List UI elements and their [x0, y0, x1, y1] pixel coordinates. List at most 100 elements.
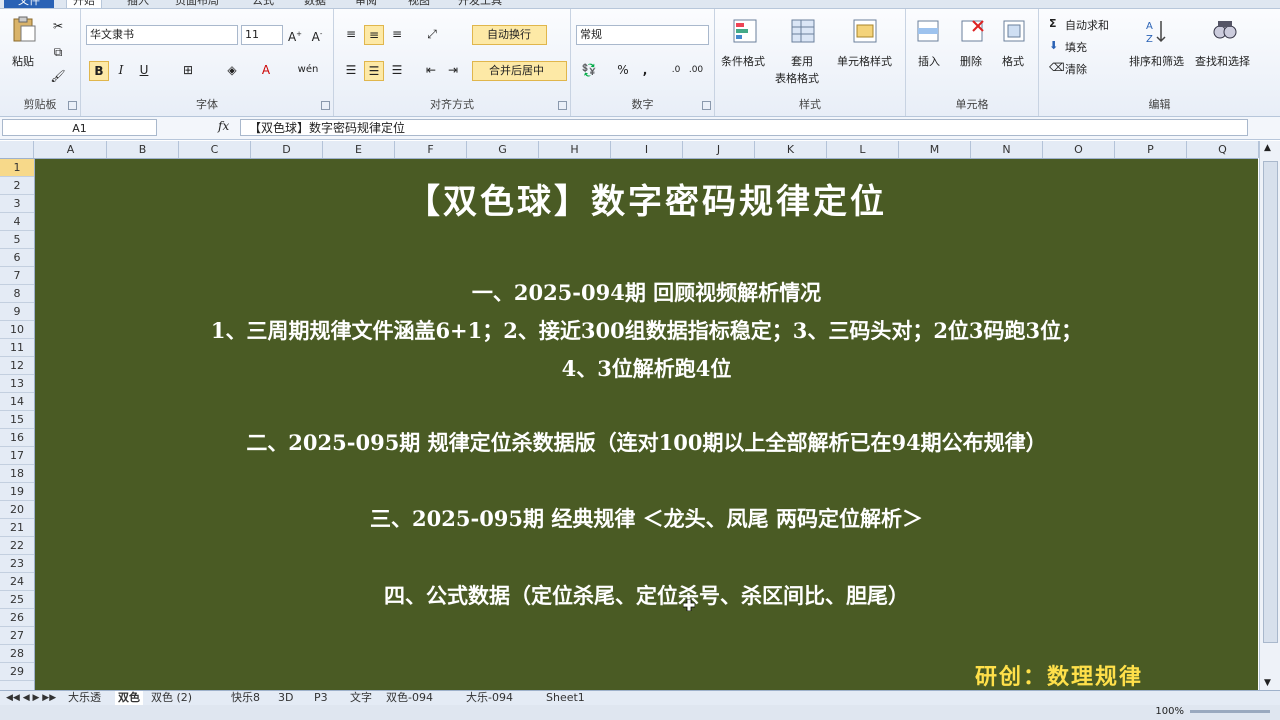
sheet-tab[interactable]: 双色-094	[386, 691, 433, 705]
sheet-tab[interactable]: 3D	[278, 691, 293, 705]
percent-button[interactable]: %	[615, 61, 631, 79]
column-header-k[interactable]: K	[755, 141, 827, 158]
formula-input[interactable]: 【双色球】数字密码规律定位	[240, 119, 1248, 136]
paste-icon[interactable]	[10, 15, 38, 43]
row-header-18[interactable]: 18	[0, 465, 34, 483]
row-header-15[interactable]: 15	[0, 411, 34, 429]
align-left-icon[interactable]: ☰	[342, 61, 360, 79]
autosum-label[interactable]: 自动求和	[1065, 17, 1109, 33]
fill-label[interactable]: 填充	[1065, 39, 1087, 55]
row-header-7[interactable]: 7	[0, 267, 34, 285]
sheet-tab[interactable]: 快乐8	[231, 691, 260, 705]
sort-filter-label[interactable]: 排序和筛选	[1129, 53, 1184, 69]
zoom-slider[interactable]	[1190, 710, 1270, 713]
increase-indent-icon[interactable]: ⇥	[444, 61, 462, 79]
row-header-19[interactable]: 19	[0, 483, 34, 501]
phonetic-icon[interactable]: wén	[297, 61, 319, 79]
tab-review[interactable]: 审阅	[355, 0, 377, 8]
clear-label[interactable]: 清除	[1065, 61, 1087, 77]
tab-page-layout[interactable]: 页面布局	[175, 0, 219, 8]
column-header-g[interactable]: G	[467, 141, 539, 158]
font-name-select[interactable]: 华文隶书	[86, 25, 238, 45]
row-header-16[interactable]: 16	[0, 429, 34, 447]
orientation-icon[interactable]: ⤢	[422, 25, 442, 43]
cell-styles-icon[interactable]	[851, 17, 879, 45]
format-as-table-label-2[interactable]: 表格格式	[775, 70, 819, 86]
row-header-3[interactable]: 3	[0, 195, 34, 213]
row-header-20[interactable]: 20	[0, 501, 34, 519]
align-right-icon[interactable]: ☰	[388, 61, 406, 79]
row-header-22[interactable]: 22	[0, 537, 34, 555]
row-header-11[interactable]: 11	[0, 339, 34, 357]
row-header-13[interactable]: 13	[0, 375, 34, 393]
row-header-21[interactable]: 21	[0, 519, 34, 537]
row-header-17[interactable]: 17	[0, 447, 34, 465]
tab-developer[interactable]: 开发工具	[458, 0, 502, 8]
row-header-24[interactable]: 24	[0, 573, 34, 591]
bold-button[interactable]: B	[89, 61, 109, 81]
file-tab[interactable]: 文件	[4, 0, 54, 8]
tab-view[interactable]: 视图	[408, 0, 430, 8]
column-header-b[interactable]: B	[107, 141, 179, 158]
sheet-area[interactable]: 【双色球】数字密码规律定位 一、2025-094期 回顾视频解析情况 1、三周期…	[35, 159, 1258, 690]
currency-icon[interactable]: 💱	[579, 61, 599, 79]
column-header-f[interactable]: F	[395, 141, 467, 158]
sheet-tab[interactable]: P3	[314, 691, 328, 705]
comma-button[interactable]: ,	[637, 61, 653, 79]
column-header-l[interactable]: L	[827, 141, 899, 158]
zoom-level[interactable]: 100%	[1155, 706, 1184, 717]
name-box[interactable]: A1	[2, 119, 157, 136]
cell-styles-label[interactable]: 单元格样式	[837, 53, 892, 69]
column-header-d[interactable]: D	[251, 141, 323, 158]
merge-center-button[interactable]: 合并后居中	[472, 61, 567, 81]
delete-cells-label[interactable]: 删除	[960, 53, 982, 69]
autosum-icon[interactable]: Σ	[1049, 17, 1057, 30]
row-header-10[interactable]: 10	[0, 321, 34, 339]
alignment-dialog-launcher[interactable]	[558, 101, 567, 110]
row-header-25[interactable]: 25	[0, 591, 34, 609]
shrink-font-icon[interactable]: A-	[309, 25, 325, 46]
number-format-select[interactable]: 常规	[576, 25, 709, 45]
row-header-14[interactable]: 14	[0, 393, 34, 411]
column-header-m[interactable]: M	[899, 141, 971, 158]
column-header-e[interactable]: E	[323, 141, 395, 158]
format-as-table-label-1[interactable]: 套用	[791, 53, 813, 69]
italic-button[interactable]: I	[113, 61, 129, 79]
column-header-i[interactable]: I	[611, 141, 683, 158]
row-header-27[interactable]: 27	[0, 627, 34, 645]
column-header-n[interactable]: N	[971, 141, 1043, 158]
column-header-a[interactable]: A	[35, 141, 107, 158]
wrap-text-button[interactable]: 自动换行	[472, 25, 547, 45]
row-header-4[interactable]: 4	[0, 213, 34, 231]
format-painter-icon[interactable]: 🖌	[50, 67, 66, 85]
row-header-5[interactable]: 5	[0, 231, 34, 249]
decrease-decimal-icon[interactable]: .00	[687, 61, 705, 79]
row-header-23[interactable]: 23	[0, 555, 34, 573]
align-middle-icon[interactable]: ≡	[364, 25, 384, 45]
scroll-down-icon[interactable]: ▼	[1264, 678, 1271, 688]
column-header-c[interactable]: C	[179, 141, 251, 158]
column-header-h[interactable]: H	[539, 141, 611, 158]
delete-cells-icon[interactable]	[958, 17, 986, 45]
row-header-1[interactable]: 1	[0, 159, 34, 177]
row-header-2[interactable]: 2	[0, 177, 34, 195]
tab-formulas[interactable]: 公式	[252, 0, 274, 8]
sheet-tab[interactable]: Sheet1	[546, 691, 585, 705]
align-bottom-icon[interactable]: ≡	[388, 25, 406, 43]
align-top-icon[interactable]: ≡	[342, 25, 360, 43]
align-center-icon[interactable]: ☰	[364, 61, 384, 81]
cut-icon[interactable]: ✂	[50, 17, 66, 35]
sheet-tab[interactable]: 双色 (2)	[151, 691, 192, 705]
row-header-6[interactable]: 6	[0, 249, 34, 267]
tab-data[interactable]: 数据	[304, 0, 326, 8]
column-header-j[interactable]: J	[683, 141, 755, 158]
increase-decimal-icon[interactable]: .0	[667, 61, 685, 79]
tab-nav-icon[interactable]: ◀◀ ◀ ▶ ▶▶	[6, 691, 56, 705]
format-as-table-icon[interactable]	[789, 17, 817, 45]
scroll-up-icon[interactable]: ▲	[1264, 143, 1271, 153]
fill-color-icon[interactable]: ◈	[223, 61, 241, 79]
row-header-26[interactable]: 26	[0, 609, 34, 627]
tab-home[interactable]: 开始	[66, 0, 102, 8]
format-cells-label[interactable]: 格式	[1002, 53, 1024, 69]
scroll-thumb[interactable]	[1263, 161, 1278, 643]
